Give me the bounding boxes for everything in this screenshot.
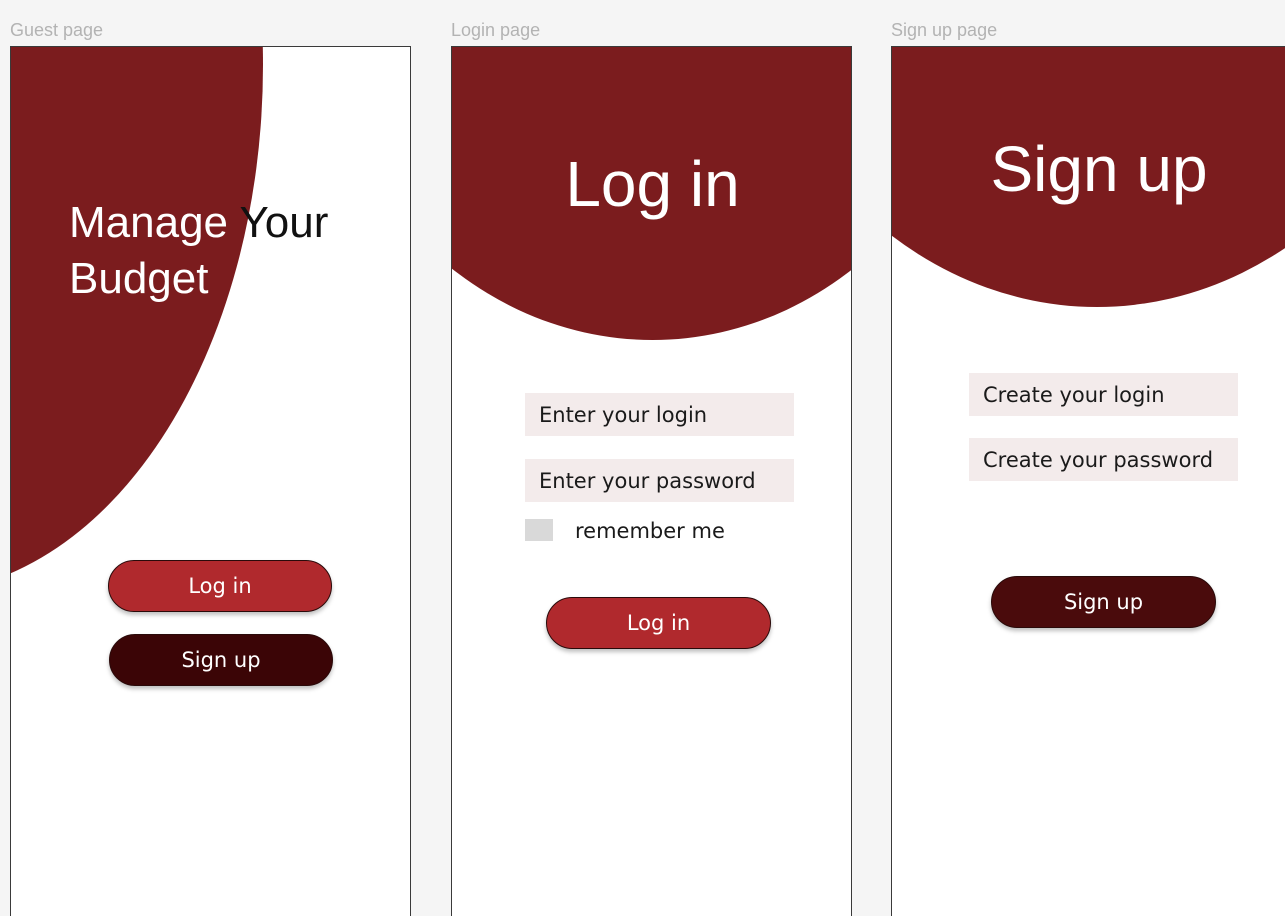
frame-label-signup: Sign up page [891,20,998,40]
login-title: Log in [565,148,740,220]
signup-submit-button[interactable]: Sign up [991,576,1216,628]
guest-login-button[interactable]: Log in [108,560,332,612]
headline-word-manage: Manage [69,198,229,247]
frame-label-login: Login page [451,20,541,40]
guest-signup-button[interactable]: Sign up [109,634,333,686]
remember-me-label: remember me [575,519,725,543]
frame-label-guest: Guest page [10,20,104,40]
password-input[interactable]: Enter your password [525,459,794,502]
login-input[interactable]: Enter your login [525,393,794,436]
signup-title: Sign up [990,133,1208,205]
guest-headline: Manage Your Budget [69,195,328,307]
create-login-input[interactable]: Create your login [969,373,1238,416]
headline-line-budget: Budget [69,254,209,303]
guest-header-blob [11,47,263,593]
guest-page-frame: Manage Your Budget Log in Sign up [10,46,411,916]
create-password-input[interactable]: Create your password [969,438,1238,481]
signup-page-frame: Sign up Create your login Create your pa… [891,46,1285,916]
login-submit-button[interactable]: Log in [546,597,771,649]
remember-me-checkbox[interactable] [525,519,553,541]
headline-word-your: Your [239,198,329,247]
login-page-frame: Log in Enter your login Enter your passw… [451,46,852,916]
